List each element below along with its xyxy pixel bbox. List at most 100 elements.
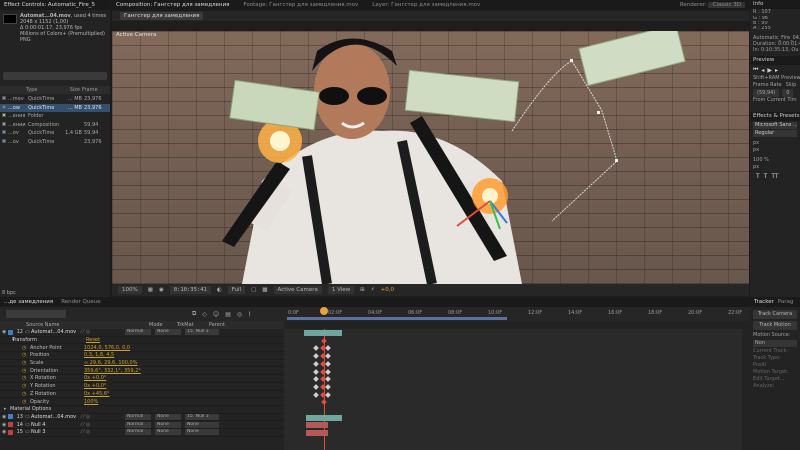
skip-field[interactable]: 0 xyxy=(782,89,794,97)
camera-snapshot-icon[interactable]: ◉ xyxy=(159,287,164,293)
time-ruler[interactable]: 0:0F 02:0F 04:0F 06:0F 08:0F 10:0F 12:0F 14:0F 1… xyxy=(284,307,750,321)
keyframe[interactable] xyxy=(313,368,319,375)
faux-bold-icon[interactable]: T xyxy=(756,173,760,180)
layer-row[interactable]: ◉ 13 ▭ Automat...04.mov ⁄ ⁄ ◎ Normal None 15. N… xyxy=(0,413,284,422)
property-row[interactable]: ◷ Y Rotation 0x +0,0° xyxy=(0,383,284,391)
position-checkbox[interactable]: Positi xyxy=(750,362,800,369)
layer-name[interactable]: Null 4 xyxy=(31,422,81,428)
graph-editor-icon[interactable]: ⌇ xyxy=(248,311,251,318)
font-style-select[interactable]: Regular xyxy=(753,130,797,137)
font-size-field[interactable]: px xyxy=(750,140,800,147)
paragraph-tab[interactable]: Parag xyxy=(778,299,794,305)
layer-duration-bar[interactable] xyxy=(306,422,328,429)
source-name-column[interactable]: Source Name xyxy=(0,322,115,328)
track-matte-select[interactable]: None xyxy=(155,429,181,436)
visibility-eye-icon[interactable]: ◉ xyxy=(0,429,8,435)
material-twirl-icon[interactable]: ▸ xyxy=(0,406,10,412)
composition-tab[interactable]: Composition: Гангстер для замедления xyxy=(116,2,229,8)
label-color-swatch[interactable] xyxy=(2,121,6,126)
layer-switches[interactable]: ⁄ ⁄ ◎ xyxy=(81,429,121,435)
keyframe[interactable] xyxy=(325,368,331,375)
project-item[interactable]: ...ov QuickTime 23,976 xyxy=(0,138,110,147)
property-row[interactable]: ◷ Orientation 359,6°, 332,1°, 359,2° xyxy=(0,367,284,376)
first-frame-icon[interactable]: ⏮ xyxy=(753,66,758,74)
project-item[interactable]: ...ения Folder xyxy=(0,112,110,121)
layer-duration-bar[interactable] xyxy=(306,430,328,437)
parent-column[interactable]: Parent xyxy=(209,322,225,328)
label-color-swatch[interactable] xyxy=(2,138,6,143)
motion-blur-icon[interactable]: ◎ xyxy=(237,311,242,318)
transform-twirl-icon[interactable]: ▾ xyxy=(0,337,15,343)
layer-row[interactable]: ◉ 15 ▭ Null 3 ⁄ ⁄ ◎ Normal None None xyxy=(0,429,284,437)
blend-mode-select[interactable]: Normal xyxy=(125,421,151,428)
keyframe[interactable] xyxy=(321,337,327,344)
timeline-tracks[interactable] xyxy=(284,329,742,450)
visibility-eye-icon[interactable]: ◉ xyxy=(0,329,8,335)
parent-select[interactable]: 15. Null 3 xyxy=(185,413,219,420)
keyframe[interactable] xyxy=(325,360,331,367)
exposure-value[interactable]: +0,0 xyxy=(381,287,394,293)
all-caps-icon[interactable]: TT xyxy=(771,173,778,180)
timeline-comp-tab[interactable]: ...де замедления xyxy=(4,299,53,305)
path-vertex[interactable] xyxy=(570,59,573,62)
vertical-scale-field[interactable]: 100 % xyxy=(750,157,800,164)
footage-tab[interactable]: Footage: Гангстер для замедления.mov xyxy=(243,2,358,8)
keyframe[interactable] xyxy=(325,376,331,383)
edit-target-button[interactable]: Edit Target... xyxy=(750,376,800,383)
column-size[interactable]: Size xyxy=(60,87,82,93)
property-value[interactable]: 100% xyxy=(84,399,98,405)
layer-duration-bar[interactable] xyxy=(304,330,342,336)
keyframe[interactable] xyxy=(313,391,319,398)
info-tab[interactable]: Info xyxy=(750,0,800,9)
keyframe[interactable] xyxy=(325,345,331,352)
keyframe[interactable] xyxy=(325,353,331,359)
keyframe[interactable] xyxy=(313,353,319,359)
toggle-pixel-aspect-icon[interactable]: ⊞ xyxy=(360,287,365,293)
property-value[interactable]: 359,6°, 332,1°, 359,2° xyxy=(84,368,141,374)
bpc-toggle[interactable]: 8 bpc xyxy=(2,290,16,296)
visibility-eye-icon[interactable]: ◉ xyxy=(0,414,8,420)
layer-label-color[interactable] xyxy=(8,422,13,428)
keyframe[interactable] xyxy=(313,384,319,390)
property-value[interactable]: 0x +0,0° xyxy=(84,383,106,389)
next-frame-icon[interactable]: ▸ xyxy=(775,67,778,74)
property-row[interactable]: ◷ Position 0,3, 1,8, 4,5 xyxy=(0,352,284,360)
project-item[interactable]: ...ow QuickTime ... MB 23,976 xyxy=(0,103,110,112)
previous-frame-icon[interactable]: ◂ xyxy=(761,67,764,74)
label-color-swatch[interactable] xyxy=(2,96,6,101)
layer-name[interactable]: Null 3 xyxy=(31,429,81,435)
preview-tab[interactable]: Preview xyxy=(750,56,800,65)
transparency-grid-icon[interactable]: ▩ xyxy=(262,287,267,293)
keyframe[interactable] xyxy=(313,360,319,367)
keyframe[interactable] xyxy=(321,399,327,406)
visibility-eye-icon[interactable]: ◉ xyxy=(0,422,8,428)
layer-tab[interactable]: Layer: Гангстер для замедления.mov xyxy=(372,2,480,8)
blend-mode-select[interactable]: Normal xyxy=(125,413,151,420)
property-row[interactable]: ◷ Anchor Point 1024,0, 576,0, 0,0 xyxy=(0,344,284,353)
parent-select[interactable]: None xyxy=(185,429,219,436)
layer-row[interactable]: ◉ 12 ▭ Automat...04.mov ⁄ ⁄ ◎ Normal None 15. N… xyxy=(0,329,284,337)
property-row[interactable]: ◷ Z Rotation 0x +45,6° xyxy=(0,391,284,399)
region-of-interest-icon[interactable]: ▢ xyxy=(251,287,256,293)
column-type[interactable]: Type xyxy=(26,87,60,93)
mode-column[interactable]: Mode xyxy=(149,322,177,328)
path-vertex[interactable] xyxy=(597,111,600,114)
layer-switches[interactable]: ⁄ ⁄ ◎ xyxy=(81,414,121,420)
3d-view-select[interactable]: Active Camera xyxy=(273,286,322,294)
magnification-select[interactable]: 100% xyxy=(118,286,142,294)
current-time-indicator-head[interactable] xyxy=(320,307,328,315)
path-vertex[interactable] xyxy=(615,159,618,162)
layer-label-color[interactable] xyxy=(8,429,13,435)
property-value[interactable]: 0x +0,0° xyxy=(84,375,106,381)
property-value[interactable]: 0x +45,6° xyxy=(84,391,110,397)
play-icon[interactable]: ▶ xyxy=(767,67,772,74)
tracker-tab[interactable]: Tracker xyxy=(754,299,774,305)
effect-controls-tab[interactable]: Effect Controls: Automatic_Fire_5 xyxy=(4,2,95,8)
view-layout-select[interactable]: 1 View xyxy=(327,286,355,294)
track-matte-select[interactable]: None xyxy=(155,421,181,428)
resolution-select[interactable]: Full xyxy=(227,286,246,294)
keyframe[interactable] xyxy=(325,391,331,398)
parent-select[interactable]: 15. Null 3 xyxy=(185,329,219,336)
current-time-display[interactable]: 0:10:35:41 xyxy=(169,286,211,294)
label-color-swatch[interactable] xyxy=(2,130,6,135)
